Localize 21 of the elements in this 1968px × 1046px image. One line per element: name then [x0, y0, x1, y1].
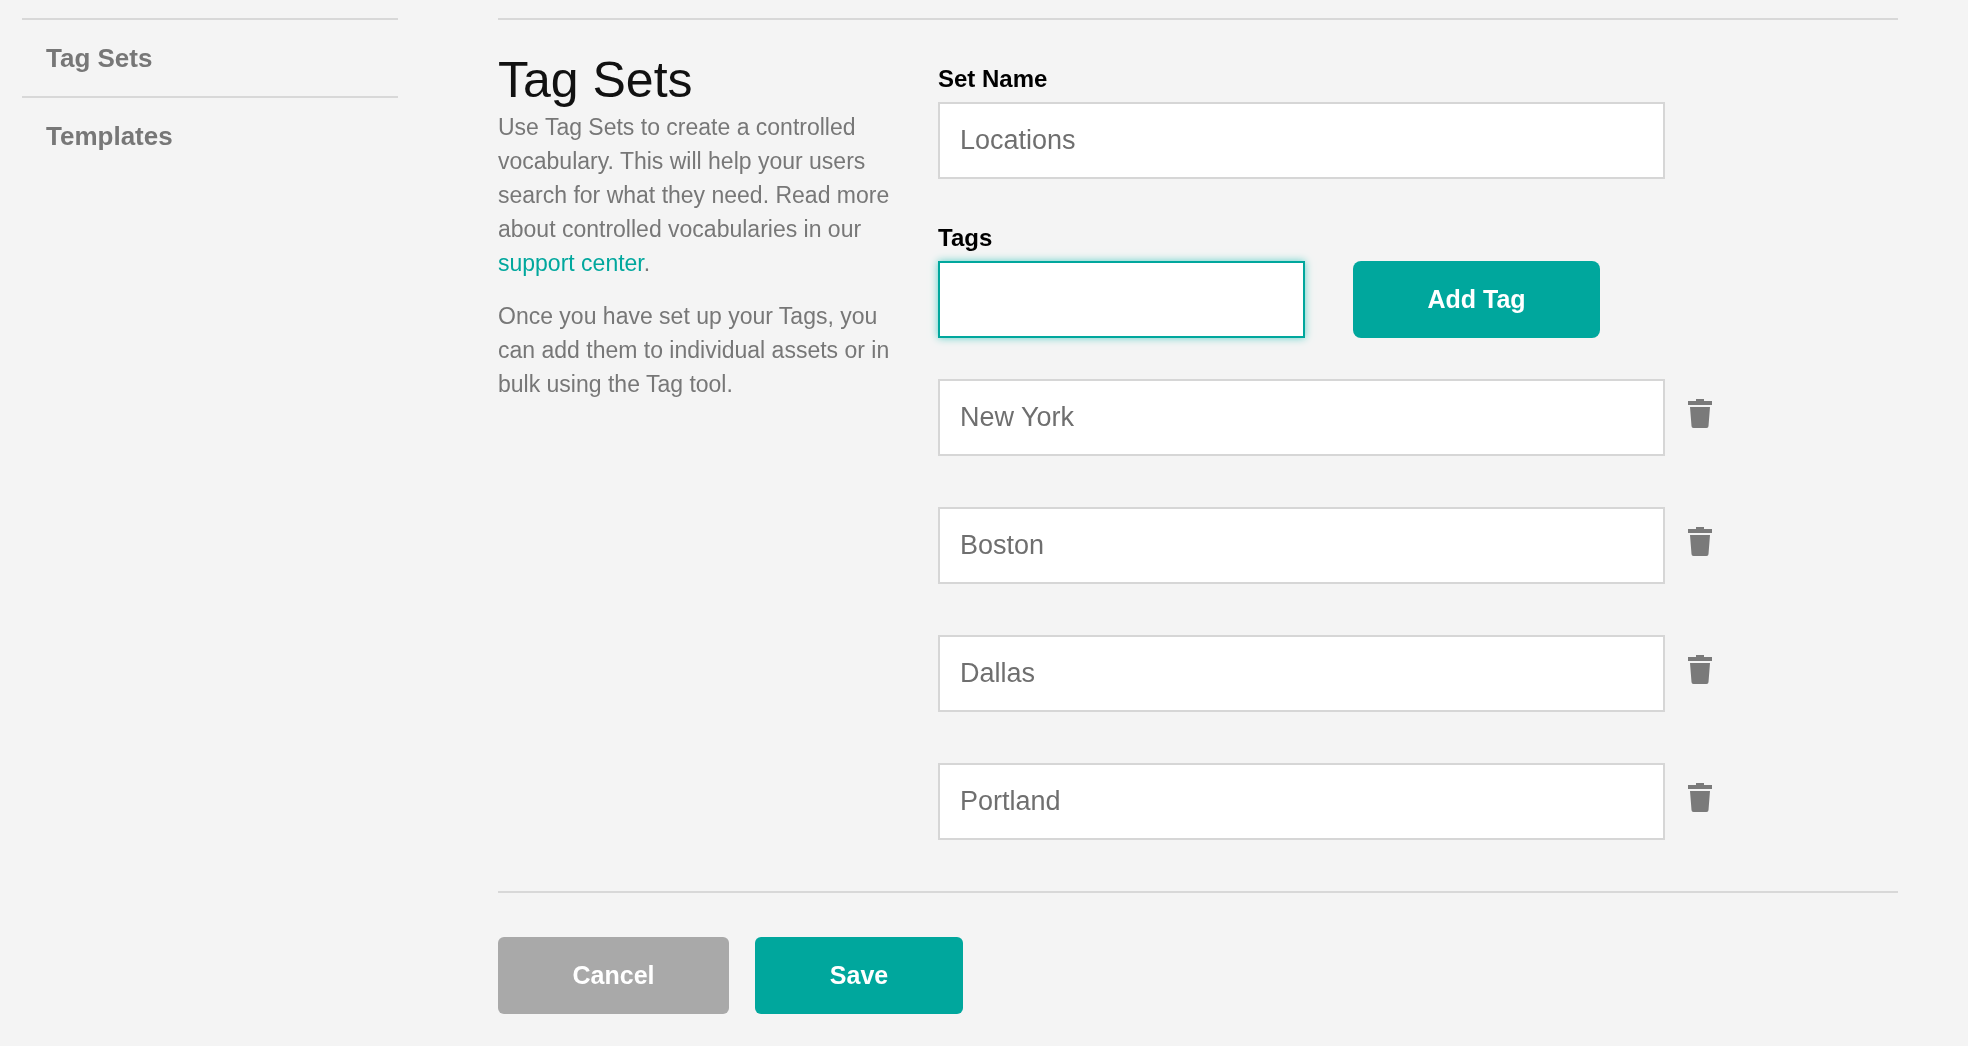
add-tag-button[interactable]: Add Tag: [1353, 261, 1600, 338]
field-label: Tags: [938, 223, 994, 253]
tag-field[interactable]: Boston: [938, 507, 1665, 584]
sidebar-item[interactable]: Tag Sets: [22, 18, 398, 96]
trash-icon[interactable]: [1687, 653, 1713, 684]
trash-icon[interactable]: [1687, 525, 1713, 556]
description-paragraph: Once you have set up your Tags, you can add them to individual assets or in bulk using the Tag tool.: [498, 302, 891, 399]
tag-field[interactable]: Dallas: [938, 635, 1665, 712]
tag-field[interactable]: New York: [938, 379, 1665, 456]
support-center-link[interactable]: support center: [498, 250, 644, 276]
new-tag-field[interactable]: [938, 261, 1305, 338]
trash-icon[interactable]: [1687, 397, 1713, 428]
set-name-field[interactable]: Locations: [938, 102, 1665, 179]
page-title: Tag Sets: [498, 51, 694, 110]
sidebar-item[interactable]: Templates: [22, 96, 398, 174]
description-paragraph: Use Tag Sets to create a controlled vocabulary. This will help your users search for what they need. Read more about controlled vocabularies in our support center.: [498, 113, 891, 278]
tag-field[interactable]: Portland: [938, 763, 1665, 840]
save-button[interactable]: Save: [755, 937, 963, 1014]
trash-icon[interactable]: [1687, 781, 1713, 812]
field-label: Set Name: [938, 64, 1049, 94]
cancel-button[interactable]: Cancel: [498, 937, 729, 1014]
